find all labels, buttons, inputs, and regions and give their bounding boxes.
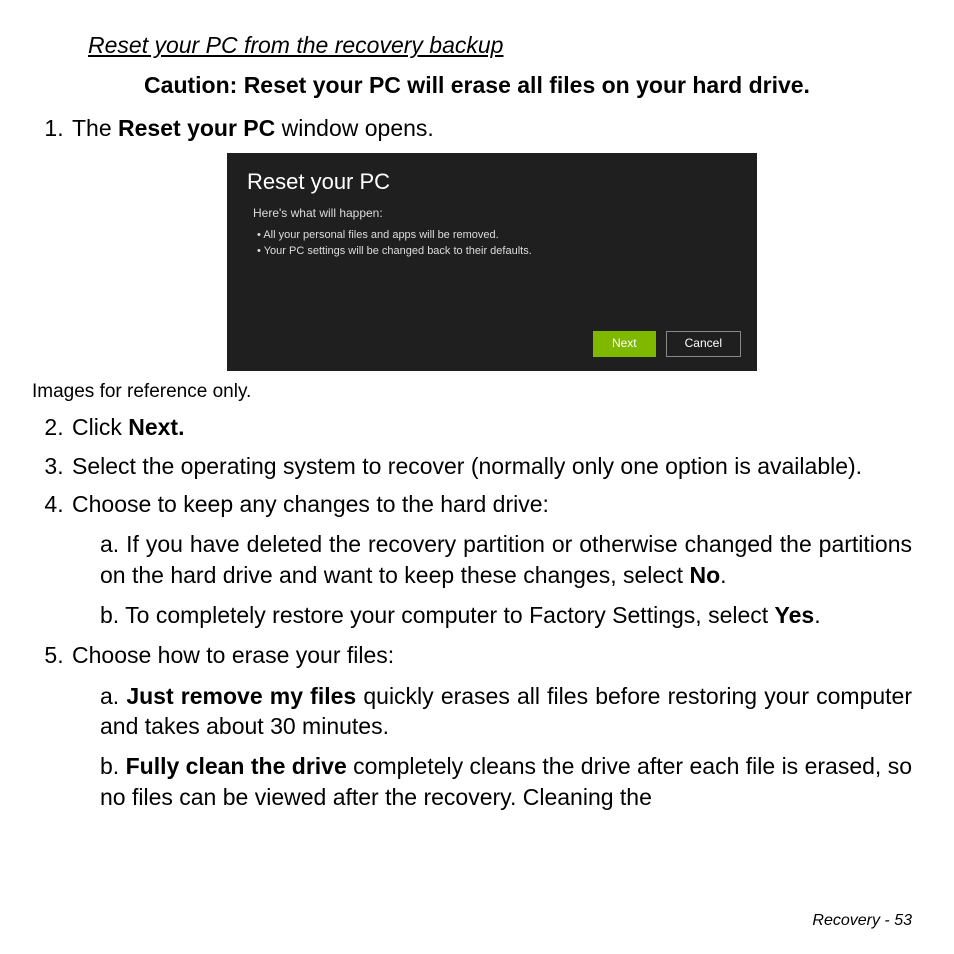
steps-list: The Reset your PC window opens. Reset yo… (42, 113, 912, 371)
dialog-intro: Here's what will happen: (253, 206, 737, 222)
step-1-bold: Reset your PC (118, 115, 275, 141)
dialog-bullet: Your PC settings will be changed back to… (257, 244, 737, 259)
step-3: Select the operating system to recover (… (70, 451, 912, 481)
step-4b-pre: To completely restore your computer to F… (125, 602, 774, 628)
section-heading: Reset your PC from the recovery backup (88, 30, 912, 60)
step-4a: a. If you have deleted the recovery part… (100, 529, 912, 590)
step-4b-post: . (814, 602, 820, 628)
step-5-text: Choose how to erase your files: (72, 642, 394, 668)
reset-pc-screenshot: Reset your PC Here's what will happen: A… (227, 153, 757, 371)
step-4b-bold: Yes (775, 602, 815, 628)
step-5a-bold: Just remove my files (126, 683, 356, 709)
step-4a-post: . (720, 562, 726, 588)
step-2: Click Next. (70, 412, 912, 442)
step-4a-bold: No (689, 562, 720, 588)
footer-label: Recovery - (812, 912, 894, 929)
cancel-button[interactable]: Cancel (666, 331, 741, 357)
dialog-title: Reset your PC (247, 167, 737, 196)
step-2-pre: Click (72, 414, 128, 440)
step-2-bold: Next. (128, 414, 184, 440)
step-1-post: window opens. (275, 115, 434, 141)
step-4: Choose to keep any changes to the hard d… (70, 489, 912, 630)
step-5a: a. Just remove my files quickly erases a… (100, 681, 912, 742)
caution-text: Caution: Reset your PC will erase all fi… (42, 70, 912, 100)
step-1-pre: The (72, 115, 118, 141)
next-button[interactable]: Next (593, 331, 656, 357)
step-4a-pre: If you have deleted the recovery partiti… (100, 531, 912, 587)
step-4b: b. To completely restore your computer t… (100, 600, 912, 630)
reference-note: Images for reference only. (32, 379, 912, 404)
page-footer: Recovery - 53 (812, 912, 912, 930)
step-5: Choose how to erase your files: a. Just … (70, 640, 912, 812)
step-4-text: Choose to keep any changes to the hard d… (72, 491, 549, 517)
step-1: The Reset your PC window opens. Reset yo… (70, 113, 912, 371)
footer-page: 53 (894, 912, 912, 929)
dialog-bullet: All your personal files and apps will be… (257, 228, 737, 243)
step-5b-bold: Fully clean the drive (126, 753, 347, 779)
step-5b: b. Fully clean the drive completely clea… (100, 751, 912, 812)
steps-list-cont: Click Next. Select the operating system … (42, 412, 912, 812)
